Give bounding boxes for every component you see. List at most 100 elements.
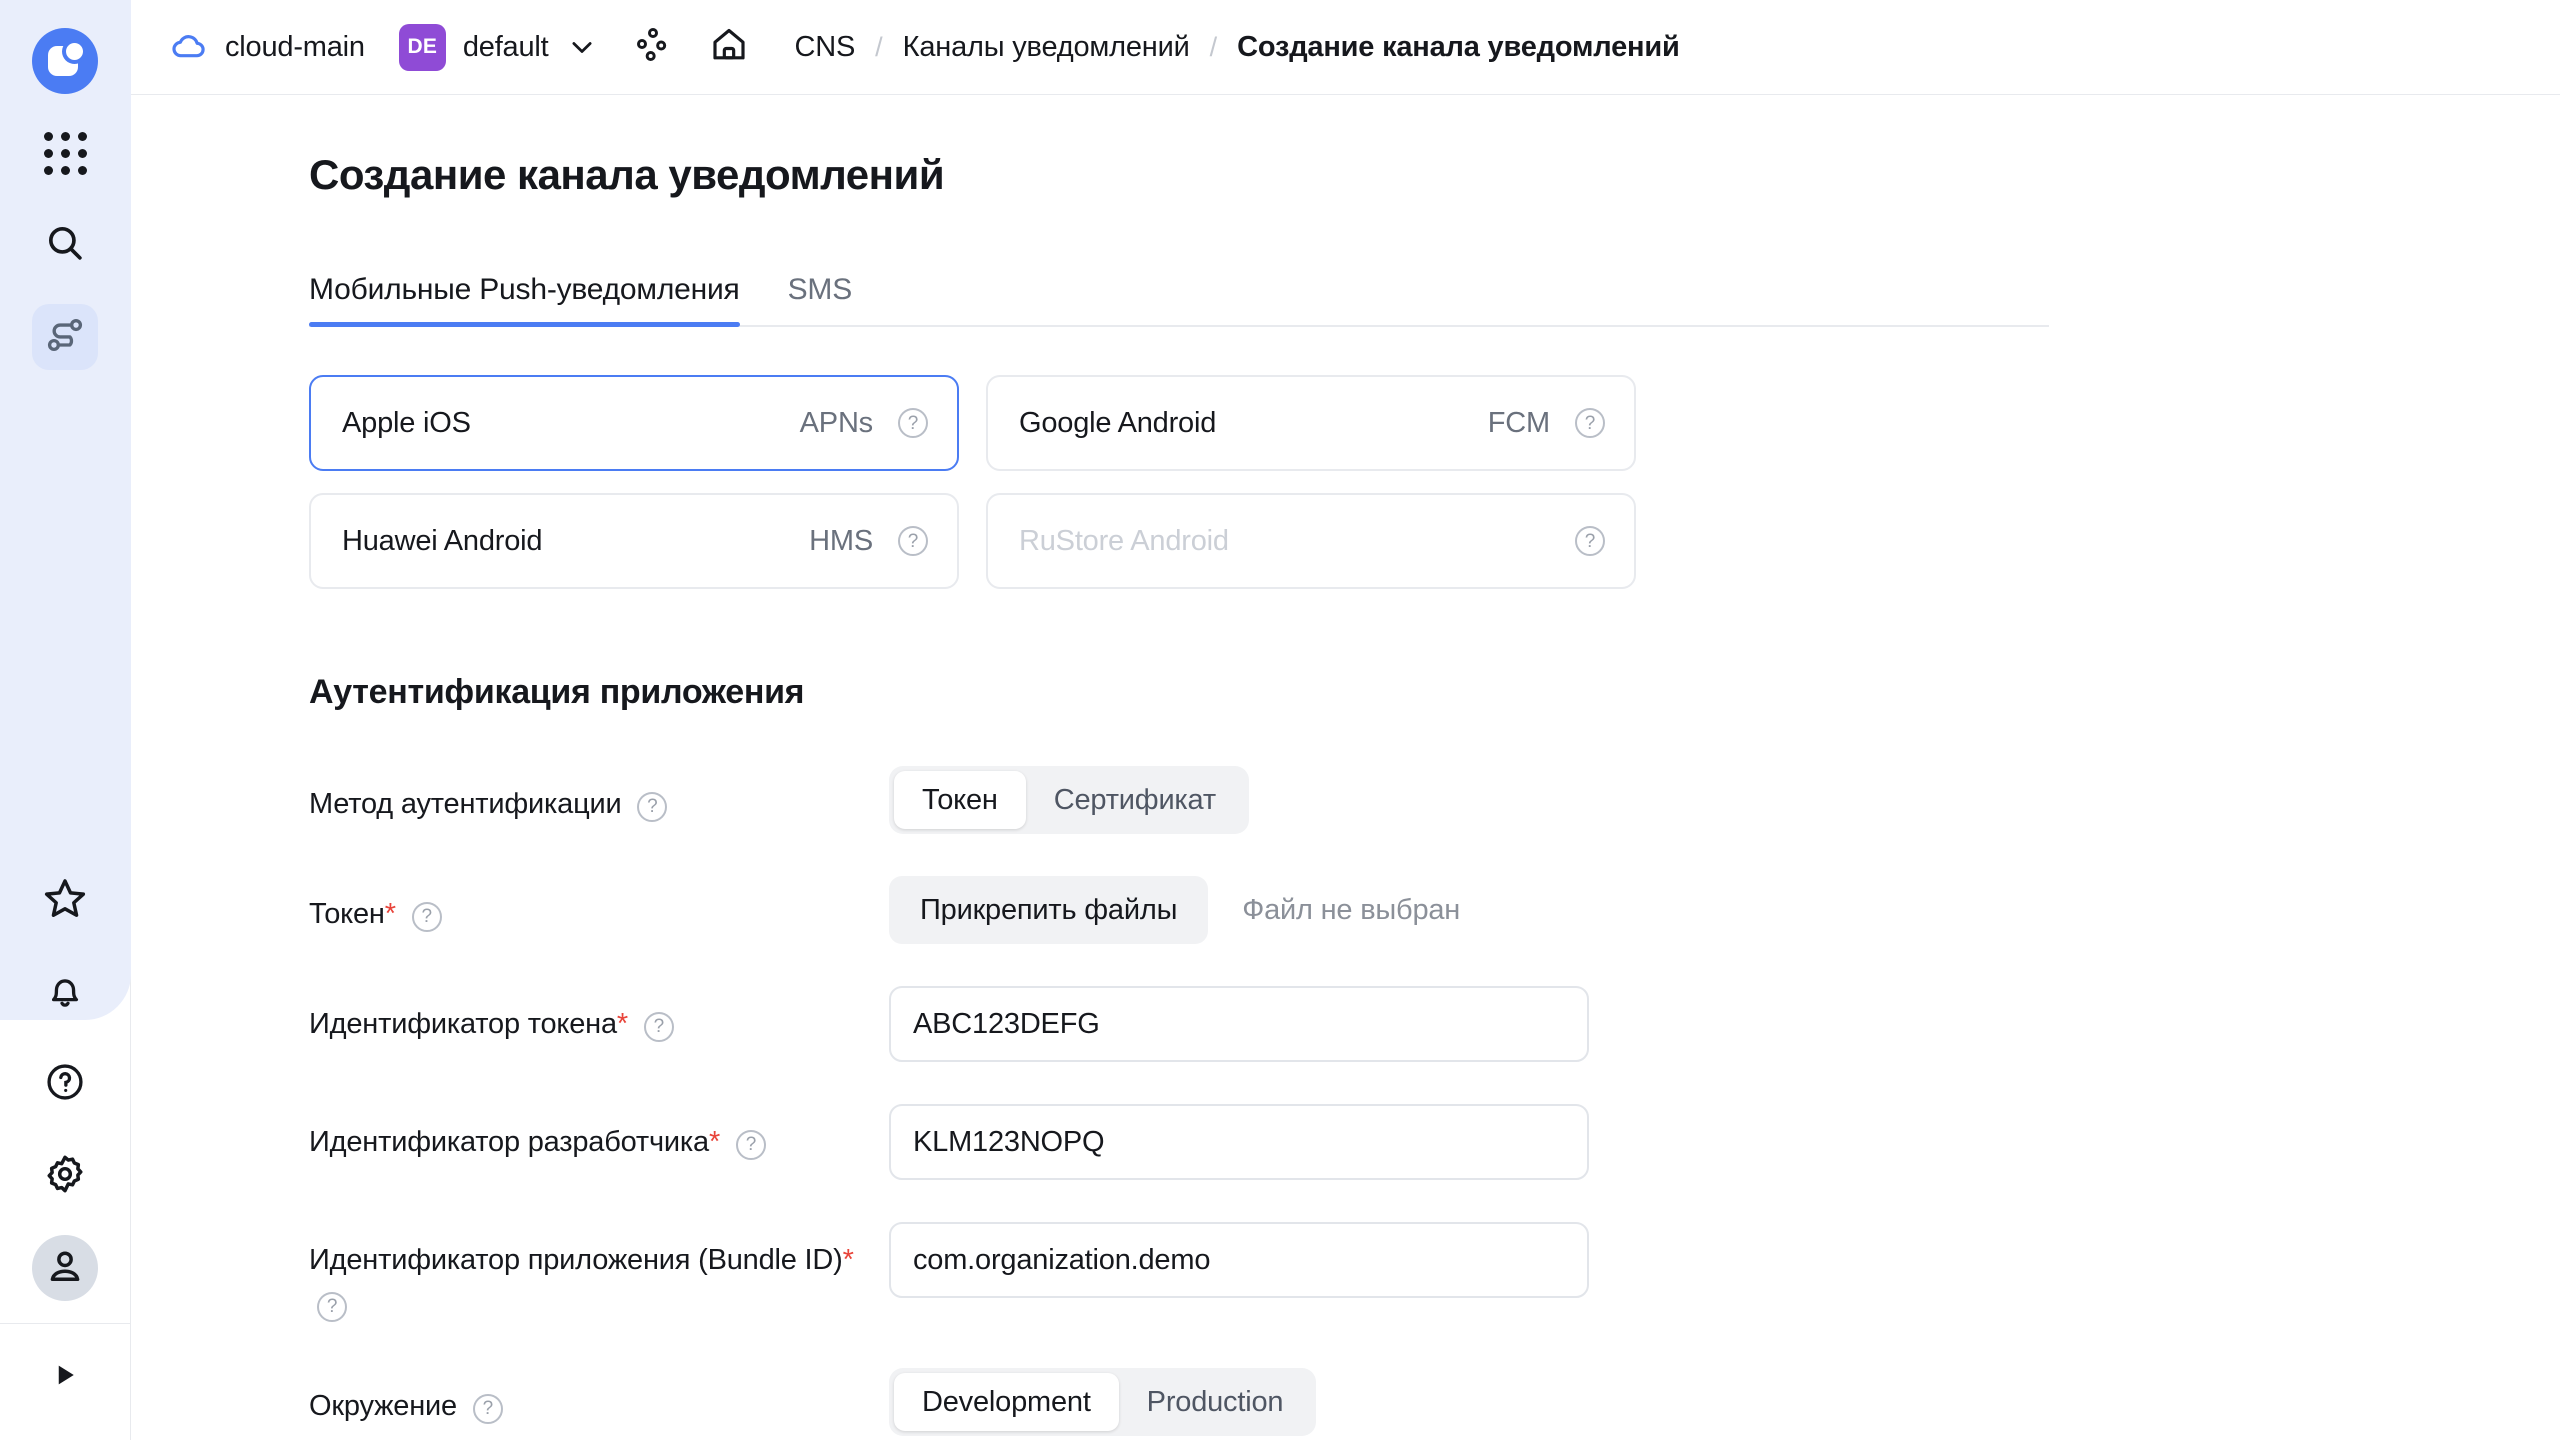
cloud-icon [169, 25, 209, 70]
label-developer-id: Идентификатор разработчика* ? [309, 1104, 889, 1164]
token-id-input[interactable] [889, 986, 1589, 1062]
provider-cards: Apple iOS APNs ? Google Android FCM ? Hu… [309, 375, 2560, 589]
provider-badge: FCM [1487, 406, 1550, 439]
app-root: cloud-main DE default CNS / Каналы уведо… [0, 0, 2560, 1440]
tab-sms[interactable]: SMS [788, 273, 853, 325]
home-button[interactable] [709, 25, 749, 70]
help-icon[interactable]: ? [1575, 408, 1605, 438]
help-circle-icon [44, 1061, 86, 1108]
settings-gear-icon [43, 1152, 87, 1201]
breadcrumb-item-cns[interactable]: CNS [795, 31, 856, 64]
cloud-selector[interactable]: cloud-main [169, 25, 365, 70]
auth-form: Метод аутентификации ? Токен Сертификат … [309, 766, 2560, 1436]
provider-card-huawei-android[interactable]: Huawei Android HMS ? [309, 493, 959, 589]
project-name: default [462, 30, 549, 63]
provider-card-google-android[interactable]: Google Android FCM ? [986, 375, 1636, 471]
help-icon[interactable]: ? [411, 901, 442, 932]
required-marker: * [616, 1008, 628, 1040]
form-row-token-id: Идентификатор токена* ? [309, 986, 2560, 1062]
app-logo[interactable] [32, 28, 98, 94]
sidebar-item-settings[interactable] [32, 1143, 98, 1209]
label-text: Идентификатор токена [309, 1008, 617, 1040]
provider-name: RuStore Android [1019, 524, 1229, 557]
label-auth-method: Метод аутентификации ? [309, 766, 889, 826]
provider-name: Apple iOS [342, 406, 471, 439]
label-text: Идентификатор разработчика [309, 1126, 709, 1158]
left-sidebar [0, 0, 131, 1440]
form-row-developer-id: Идентификатор разработчика* ? [309, 1104, 2560, 1180]
attach-files-button[interactable]: Прикрепить файлы [889, 876, 1209, 944]
logo-dot-shape [66, 43, 83, 60]
chevron-down-icon [567, 32, 597, 62]
label-text: Токен [309, 898, 385, 930]
help-icon[interactable]: ? [643, 1011, 674, 1042]
cloud-name: cloud-main [225, 30, 365, 63]
tab-mobile-push[interactable]: Мобильные Push-уведомления [309, 273, 740, 327]
segmented-environment: Development Production [889, 1368, 1317, 1436]
project-badge: DE [398, 23, 446, 71]
breadcrumb-item-channels[interactable]: Каналы уведомлений [903, 31, 1190, 64]
provider-name: Huawei Android [342, 524, 543, 557]
label-token-id: Идентификатор токена* ? [309, 986, 889, 1046]
provider-card-apple-ios[interactable]: Apple iOS APNs ? [309, 375, 959, 471]
project-selector[interactable]: DE default [365, 23, 597, 71]
sidebar-divider [0, 1323, 131, 1324]
services-button[interactable] [633, 25, 673, 70]
search-icon [44, 222, 86, 269]
sidebar-expand-button[interactable] [32, 1344, 98, 1410]
sidebar-item-topology[interactable] [32, 304, 98, 370]
file-status-text: Файл не выбран [1242, 893, 1461, 926]
notifications-bell-icon [44, 969, 86, 1016]
required-marker: * [842, 1244, 854, 1276]
form-row-environment: Окружение ? Development Production [309, 1368, 2560, 1436]
label-environment: Окружение ? [309, 1368, 889, 1428]
sidebar-item-favorites[interactable] [32, 867, 98, 933]
breadcrumb-separator: / [875, 31, 883, 62]
required-marker: * [708, 1126, 721, 1158]
home-icon [709, 25, 749, 70]
breadcrumb: CNS / Каналы уведомлений / Создание кана… [795, 31, 1680, 64]
tab-bar: Мобильные Push-уведомления SMS [309, 265, 2049, 327]
breadcrumb-separator: / [1209, 31, 1218, 62]
main-area: cloud-main DE default CNS / Каналы уведо… [131, 0, 2560, 1440]
sidebar-item-account[interactable] [32, 1235, 98, 1301]
help-icon[interactable]: ? [735, 1129, 766, 1160]
form-row-bundle-id: Идентификатор приложения (Bundle ID)* ? [309, 1222, 2560, 1326]
provider-badge: HMS [809, 524, 873, 557]
segment-development[interactable]: Development [894, 1373, 1119, 1431]
sidebar-item-help[interactable] [32, 1051, 98, 1117]
segment-production[interactable]: Production [1119, 1373, 1312, 1431]
topology-icon [44, 314, 86, 361]
form-row-auth-method: Метод аутентификации ? Токен Сертификат [309, 766, 2560, 834]
user-avatar-icon [44, 1245, 86, 1292]
help-icon[interactable]: ? [898, 408, 928, 438]
page-content: Создание канала уведомлений Мобильные Pu… [131, 95, 2560, 1440]
segmented-auth-method: Токен Сертификат [889, 766, 1249, 834]
auth-section-title: Аутентификация приложения [309, 673, 805, 711]
help-icon[interactable]: ? [898, 526, 928, 556]
help-icon[interactable]: ? [637, 791, 668, 822]
favorites-star-icon [43, 876, 87, 925]
required-marker: * [384, 898, 396, 930]
help-icon[interactable]: ? [472, 1393, 503, 1424]
help-icon[interactable]: ? [1575, 526, 1605, 556]
developer-id-input[interactable] [889, 1104, 1589, 1180]
bundle-id-input[interactable] [889, 1222, 1589, 1298]
services-dots-icon [633, 25, 673, 70]
breadcrumb-item-current: Создание канала уведомлений [1237, 30, 1680, 63]
form-row-token-file: Токен* ? Прикрепить файлы Файл не выбран [309, 876, 2560, 944]
top-bar: cloud-main DE default CNS / Каналы уведо… [131, 0, 2560, 95]
sidebar-item-notifications[interactable] [32, 959, 98, 1025]
label-text: Метод аутентификации [309, 788, 622, 820]
page-title: Создание канала уведомлений [309, 151, 945, 198]
apps-grid-icon [43, 131, 87, 175]
provider-card-rustore-android: RuStore Android ? [986, 493, 1636, 589]
help-icon[interactable]: ? [317, 1291, 347, 1322]
segment-certificate[interactable]: Сертификат [1026, 771, 1244, 829]
label-text: Идентификатор приложения (Bundle ID) [309, 1244, 843, 1276]
sidebar-item-apps[interactable] [32, 120, 98, 186]
label-token-file: Токен* ? [309, 876, 889, 936]
sidebar-item-search[interactable] [32, 212, 98, 278]
segment-token[interactable]: Токен [894, 771, 1026, 829]
label-bundle-id: Идентификатор приложения (Bundle ID)* ? [309, 1222, 889, 1326]
